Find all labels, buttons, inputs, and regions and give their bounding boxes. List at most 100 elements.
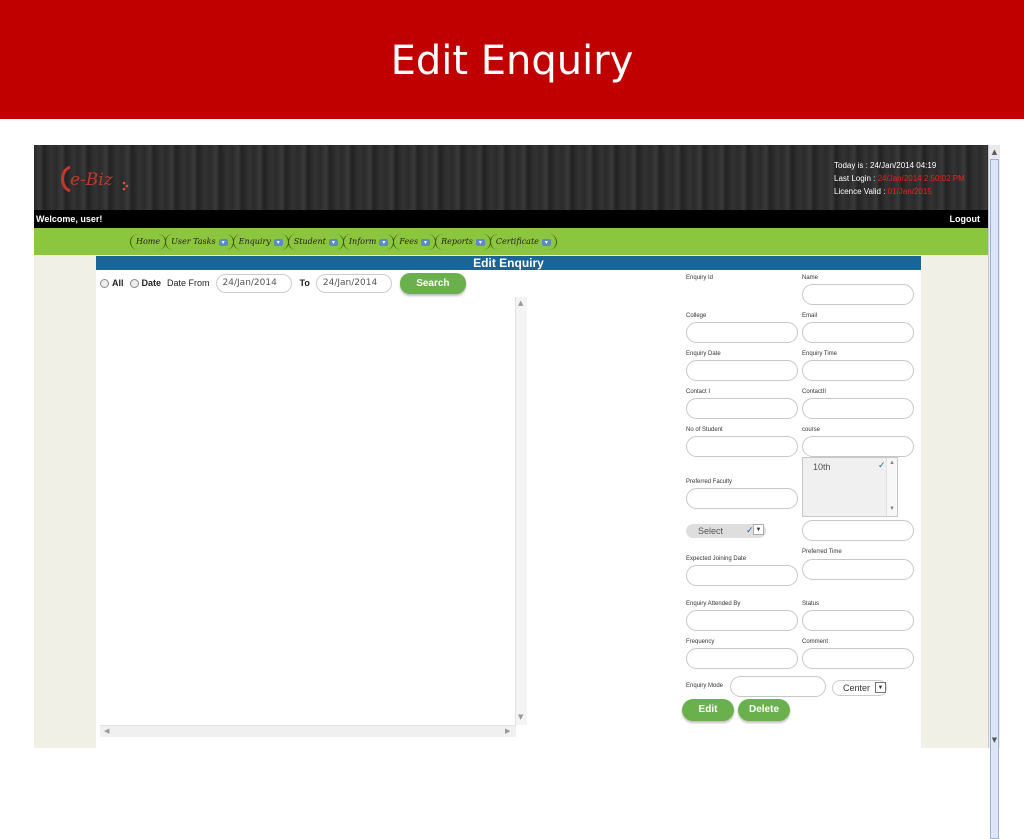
logout-link[interactable]: Logout (950, 214, 981, 224)
email-input[interactable] (802, 322, 914, 343)
date-label: Date (141, 278, 162, 288)
delete-button[interactable]: Delete (738, 699, 790, 721)
chevron-down-icon[interactable]: ▾ (273, 238, 283, 246)
slide-title-bar: Edit Enquiry (0, 0, 1024, 119)
panel-title: Edit Enquiry (96, 256, 921, 270)
edit-enquiry-panel: Edit Enquiry All Date Date From 24/Jan/2… (96, 256, 921, 748)
today-line: Today is : 24/Jan/2014 04:19 (834, 161, 937, 170)
all-radio[interactable] (100, 278, 109, 288)
faculty-select[interactable]: Select ✓ ▼ (686, 524, 766, 538)
scroll-left-icon[interactable]: ◀ (104, 727, 109, 735)
browser-frame: e-Biz Today is : 24/Jan/2014 04:19 Last … (34, 145, 988, 748)
nav-item-label: Enquiry (238, 237, 271, 246)
nav-item-label: Fees (399, 237, 419, 246)
course-option[interactable]: 10th (813, 462, 831, 472)
scroll-down-icon[interactable]: ▼ (518, 713, 523, 721)
filter-row: All Date Date From 24/Jan/2014 To 24/Jan… (100, 272, 466, 294)
ebiz-logo: e-Biz (56, 161, 136, 195)
course-listbox[interactable]: 10th ✓ ▲ ▼ (802, 457, 898, 517)
chevron-down-icon[interactable]: ▾ (328, 238, 338, 246)
center-select[interactable]: Center ▼ (832, 680, 887, 696)
enquiry-attended-by-label: Enquiry Attended By (686, 601, 741, 607)
app-header: e-Biz Today is : 24/Jan/2014 04:19 Last … (34, 145, 988, 210)
expected-joining-date-label: Expected Joining Date (686, 556, 747, 562)
nav-item-fees[interactable]: Fees ▾ (393, 234, 437, 250)
date-from-label: Date From (167, 278, 210, 288)
frequency-input[interactable] (686, 648, 798, 669)
course-input[interactable] (802, 436, 914, 457)
chevron-down-icon[interactable]: ▾ (475, 238, 485, 246)
licence-line: Licence Valid : 01/Jan/2015 (834, 187, 932, 196)
welcome-bar: Welcome, user! Logout (34, 210, 988, 228)
comment-label: Comment (802, 639, 829, 645)
grid-vertical-scrollbar[interactable]: ▲ ▼ (515, 297, 527, 725)
last-login-line: Last Login : 24/Jan/2014 2:50:02 PM (834, 174, 965, 183)
nav-item-label: Reports (441, 237, 473, 246)
contact2-label: ContactII (802, 389, 827, 395)
enquiry-form: Enquiry Id Name College Email Enquiry Da… (682, 275, 918, 745)
enquiry-time-label: Enquiry Time (802, 351, 838, 357)
scroll-up-icon[interactable]: ▲ (518, 299, 523, 307)
enquiry-attended-by-input[interactable] (686, 610, 798, 631)
date-from-input[interactable]: 24/Jan/2014 (215, 273, 292, 293)
search-button[interactable]: Search (399, 272, 466, 294)
name-input[interactable] (802, 284, 914, 305)
scroll-up-icon[interactable]: ▲ (990, 146, 999, 158)
college-input[interactable] (686, 322, 798, 343)
enquiry-date-label: Enquiry Date (686, 351, 721, 357)
scroll-down-icon[interactable]: ▼ (990, 734, 999, 746)
contact1-input[interactable] (686, 398, 798, 419)
date-radio[interactable] (129, 278, 139, 288)
name-label: Name (802, 275, 819, 281)
to-label: To (299, 278, 310, 288)
comment-input[interactable] (802, 648, 914, 669)
nav-item-label: Home (136, 237, 161, 246)
preferred-faculty-input[interactable] (686, 488, 798, 509)
grid-horizontal-scrollbar[interactable]: ◀ ▶ (100, 725, 516, 737)
nav-item-enquiry[interactable]: Enquiry ▾ (232, 234, 289, 250)
chevron-down-icon[interactable]: ▼ (875, 682, 886, 693)
nav-item-user-tasks[interactable]: User Tasks ▾ (165, 234, 234, 250)
chevron-down-icon[interactable]: ▾ (421, 238, 431, 246)
scroll-right-icon[interactable]: ▶ (505, 727, 510, 735)
course-label: course (802, 427, 821, 433)
listbox-scrollbar[interactable]: ▲ ▼ (886, 458, 897, 516)
chevron-down-icon[interactable]: ▾ (541, 238, 551, 246)
expected-joining-date-input[interactable] (686, 565, 798, 586)
chevron-down-icon[interactable]: ▾ (218, 238, 228, 246)
enquiry-grid[interactable]: ▲ ▼ ◀ ▶ (100, 297, 527, 737)
center-value: Center (843, 683, 871, 693)
date-to-input[interactable]: 24/Jan/2014 (315, 273, 392, 293)
welcome-text: Welcome, user! (36, 214, 103, 224)
faculty-extra-input[interactable] (802, 520, 914, 541)
contact2-input[interactable] (802, 398, 914, 419)
email-label: Email (802, 313, 818, 319)
preferred-faculty-label: Preferred Faculty (686, 479, 733, 485)
preferred-time-input[interactable] (802, 559, 914, 580)
enquiry-time-input[interactable] (802, 360, 914, 381)
select-value: Select (698, 526, 724, 536)
status-input[interactable] (802, 610, 914, 631)
nav-item-label: Certificate (495, 237, 539, 246)
enquiry-date-input[interactable] (686, 360, 798, 381)
nav-item-reports[interactable]: Reports ▾ (435, 234, 491, 250)
chevron-down-icon[interactable]: ▾ (379, 238, 389, 246)
nav-item-certificate[interactable]: Certificate ▾ (489, 234, 557, 250)
nav-item-student[interactable]: Student ▾ (287, 234, 344, 250)
nav-item-label: User Tasks (171, 237, 216, 246)
frequency-label: Frequency (686, 639, 715, 645)
enquiry-mode-input[interactable] (730, 676, 826, 697)
chevron-down-icon[interactable]: ▼ (753, 524, 764, 535)
nav-item-home[interactable]: Home (130, 234, 167, 250)
nav-item-inform[interactable]: Inform ▾ (342, 234, 395, 250)
status-label: Status (802, 601, 820, 607)
contact1-label: Contact I (686, 389, 711, 395)
main-nav: Home User Tasks ▾ Enquiry ▾ Student ▾ Inform ▾ Fe… (34, 228, 988, 255)
enquiry-mode-label: Enquiry Mode (686, 683, 724, 689)
all-label: All (112, 278, 124, 288)
no-of-student-label: No of Student (686, 427, 723, 433)
page-vertical-scrollbar[interactable]: ▲ ▼ (988, 145, 1000, 839)
no-of-student-input[interactable] (686, 436, 798, 457)
preferred-time-label: Preferred Time (802, 549, 842, 555)
edit-button[interactable]: Edit (682, 699, 734, 721)
